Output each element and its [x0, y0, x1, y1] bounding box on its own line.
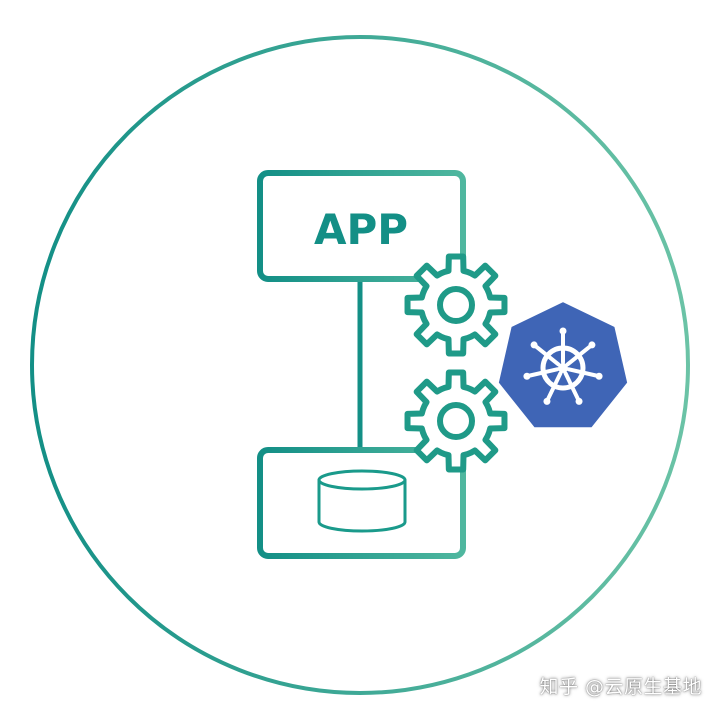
storage-box — [257, 447, 466, 559]
kubernetes-helm-icon — [494, 298, 632, 432]
helm-handle — [595, 372, 603, 380]
gear-icon — [408, 373, 505, 470]
helm-handle — [523, 372, 531, 380]
helm-handle — [530, 341, 538, 349]
gear-icon — [404, 253, 508, 357]
watermark-text: 知乎 @云原生基地 — [539, 676, 702, 698]
helm-handle — [588, 341, 596, 349]
helm-handle — [543, 397, 551, 405]
helm-handle — [575, 397, 583, 405]
app-kubernetes-diagram: APP — [30, 35, 690, 695]
app-label: APP — [314, 205, 408, 254]
helm-handle — [559, 327, 567, 335]
